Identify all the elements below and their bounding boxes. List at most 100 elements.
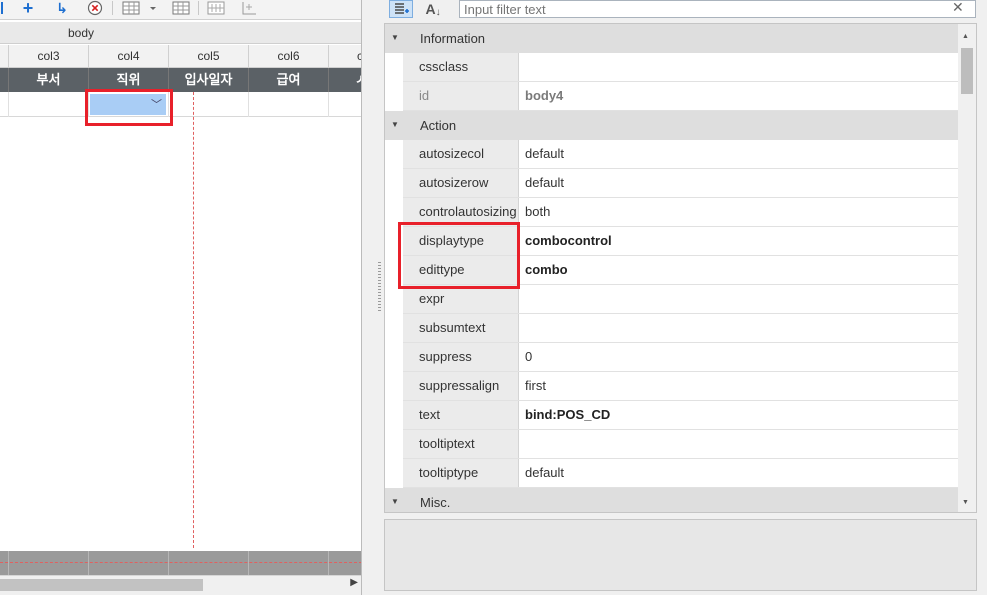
- property-value[interactable]: [519, 314, 958, 342]
- property-value[interactable]: [519, 285, 958, 313]
- categorized-view-icon[interactable]: [389, 0, 413, 18]
- property-filter-input[interactable]: [459, 0, 976, 18]
- category-label: Misc.: [420, 495, 451, 510]
- highlight-box-combo: [85, 89, 173, 126]
- toolbar-separator: [198, 1, 199, 15]
- collapse-triangle-icon[interactable]: ▼: [391, 497, 399, 506]
- column-index-header: col3 col4 col5 col6 c: [0, 45, 361, 68]
- column-col5[interactable]: col5: [169, 45, 249, 68]
- head-cell-hire-date[interactable]: 입사일자: [169, 68, 249, 92]
- property-row-expr[interactable]: expr: [403, 285, 958, 314]
- body-cell[interactable]: [9, 92, 89, 117]
- column-cell: [0, 45, 9, 68]
- category-label: Action: [420, 118, 457, 133]
- property-value[interactable]: default: [519, 140, 958, 168]
- head-cell: [0, 68, 9, 92]
- summary-cell[interactable]: [0, 551, 9, 575]
- property-name: tooltiptext: [403, 430, 519, 458]
- split-icon[interactable]: [238, 0, 260, 16]
- property-value[interactable]: bind:POS_CD: [519, 401, 958, 429]
- grid-body-row: ﹀: [0, 92, 361, 117]
- band-body-header[interactable]: body: [0, 22, 361, 44]
- head-cell-salary[interactable]: 급여: [249, 68, 329, 92]
- property-name: expr: [403, 285, 519, 313]
- scroll-thumb[interactable]: [961, 48, 973, 94]
- property-value[interactable]: body4: [519, 82, 958, 110]
- property-name: suppress: [403, 343, 519, 371]
- collapse-triangle-icon[interactable]: ▼: [391, 33, 399, 42]
- property-row-id[interactable]: id body4: [403, 82, 958, 111]
- property-row-tooltiptext[interactable]: tooltiptext: [403, 430, 958, 459]
- merge-icon[interactable]: [205, 0, 227, 16]
- scroll-down-icon[interactable]: ▼: [962, 499, 969, 506]
- guide-line-vertical: [193, 92, 194, 548]
- collapse-triangle-icon[interactable]: ▼: [391, 120, 399, 129]
- grid-dropdown-icon[interactable]: [120, 0, 158, 16]
- property-value[interactable]: combocontrol: [519, 227, 958, 255]
- toolbar-separator: [112, 1, 113, 15]
- sort-alpha-icon[interactable]: A ↓: [421, 0, 445, 18]
- column-col4[interactable]: col4: [89, 45, 169, 68]
- category-misc[interactable]: ▼ Misc.: [385, 488, 958, 512]
- property-toolbar: A↓ ✕: [384, 0, 987, 20]
- property-value[interactable]: combo: [519, 256, 958, 284]
- vertical-scrollbar[interactable]: ▲ ▼: [958, 24, 976, 512]
- property-row-cssclass[interactable]: cssclass: [403, 53, 958, 82]
- property-value[interactable]: both: [519, 198, 958, 226]
- scroll-thumb[interactable]: [0, 579, 203, 591]
- property-value[interactable]: [519, 53, 958, 81]
- table-icon[interactable]: [170, 0, 192, 16]
- horizontal-scrollbar[interactable]: ▶: [0, 575, 361, 595]
- splitter-grip[interactable]: [378, 262, 381, 312]
- property-value[interactable]: 0: [519, 343, 958, 371]
- panel-splitter[interactable]: [362, 0, 384, 595]
- category-information[interactable]: ▼ Information: [385, 24, 958, 53]
- property-panel: A↓ ✕ ▼ Information cssclass id body4 ▼ A…: [384, 0, 987, 595]
- property-value[interactable]: default: [519, 459, 958, 487]
- scroll-up-icon[interactable]: ▲: [962, 33, 969, 40]
- summary-cell[interactable]: [89, 551, 169, 575]
- column-col6[interactable]: col6: [249, 45, 329, 68]
- grid-summary-row: [0, 551, 361, 575]
- property-name: autosizecol: [403, 140, 519, 168]
- body-cell[interactable]: [169, 92, 249, 117]
- property-value[interactable]: [519, 430, 958, 458]
- grid-head-row: 부서 직위 입사일자 급여 ㅅ: [0, 68, 361, 92]
- column-col7[interactable]: c: [329, 45, 361, 68]
- property-row-suppress[interactable]: suppress 0: [403, 343, 958, 372]
- property-name: suppressalign: [403, 372, 519, 400]
- redirect-arrow-icon[interactable]: ↳: [52, 0, 72, 16]
- property-row-subsumtext[interactable]: subsumtext: [403, 314, 958, 343]
- head-cell-partial[interactable]: ㅅ: [329, 68, 361, 92]
- body-cell[interactable]: [249, 92, 329, 117]
- delete-circle-icon[interactable]: [85, 0, 105, 16]
- property-value[interactable]: default: [519, 169, 958, 197]
- summary-cell[interactable]: [9, 551, 89, 575]
- clear-filter-icon[interactable]: ✕: [952, 0, 964, 16]
- summary-cell[interactable]: [249, 551, 329, 575]
- guide-line-horizontal: [0, 562, 361, 563]
- property-row-text[interactable]: text bind:POS_CD: [403, 401, 958, 430]
- band-label: body: [68, 26, 95, 40]
- grid-toolbar: + ↳: [0, 0, 361, 20]
- grid-editor: + ↳ body col3 col4 col5 col6 c 부서 직위: [0, 0, 362, 595]
- category-label: Information: [420, 31, 486, 46]
- scroll-right-icon[interactable]: ▶: [350, 577, 358, 588]
- add-icon[interactable]: +: [18, 0, 38, 17]
- property-name: tooltiptype: [403, 459, 519, 487]
- property-row-autosizerow[interactable]: autosizerow default: [403, 169, 958, 198]
- summary-cell[interactable]: [169, 551, 249, 575]
- property-name: cssclass: [403, 53, 519, 81]
- highlight-box-properties: [398, 222, 520, 289]
- property-description-area: [384, 519, 977, 591]
- property-name: id: [403, 82, 519, 110]
- column-col3[interactable]: col3: [9, 45, 89, 68]
- head-cell-dept[interactable]: 부서: [9, 68, 89, 92]
- property-row-tooltiptype[interactable]: tooltiptype default: [403, 459, 958, 488]
- property-value[interactable]: first: [519, 372, 958, 400]
- property-row-autosizecol[interactable]: autosizecol default: [403, 140, 958, 169]
- body-cell[interactable]: [0, 92, 9, 117]
- category-action[interactable]: ▼ Action: [385, 111, 958, 140]
- property-row-suppressalign[interactable]: suppressalign first: [403, 372, 958, 401]
- property-name: subsumtext: [403, 314, 519, 342]
